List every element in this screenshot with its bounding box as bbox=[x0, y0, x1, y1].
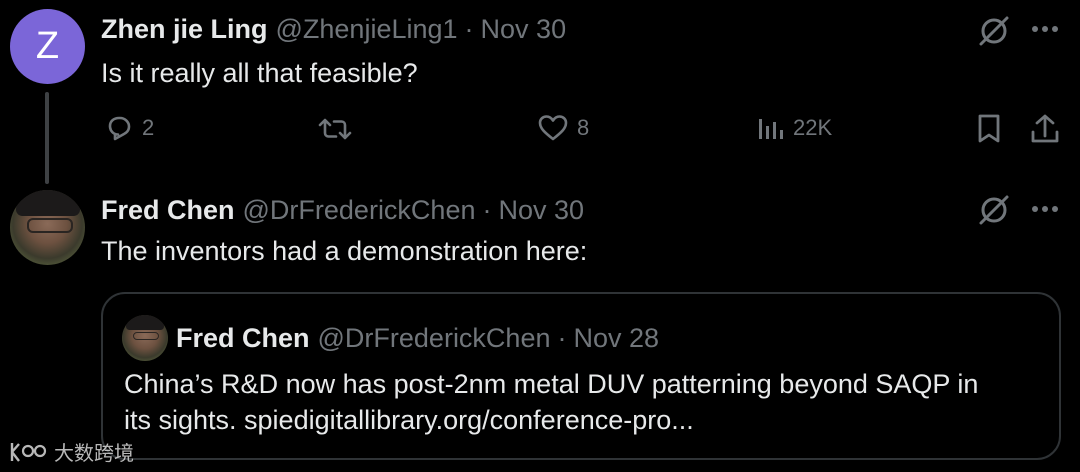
quoted-text-line: China’s R&D now has post-2nm metal DUV p… bbox=[124, 369, 979, 399]
like-button[interactable]: 8 bbox=[537, 113, 589, 143]
quoted-avatar[interactable] bbox=[122, 315, 168, 361]
avatar-letter: Z bbox=[35, 25, 60, 67]
quoted-tweet-text: China’s R&D now has post-2nm metal DUV p… bbox=[124, 366, 978, 438]
avatar-hair bbox=[126, 315, 164, 330]
reply-count: 2 bbox=[142, 115, 155, 140]
more-options-icon[interactable] bbox=[1030, 14, 1060, 49]
author-name[interactable]: Zhen jie Ling bbox=[101, 14, 268, 45]
heart-icon bbox=[538, 115, 568, 141]
quoted-text-line-link[interactable]: its sights. spiedigitallibrary.org/confe… bbox=[124, 402, 978, 438]
separator-dot: · bbox=[557, 323, 567, 353]
views-count: 22K bbox=[793, 115, 833, 140]
author-name[interactable]: Fred Chen bbox=[101, 195, 235, 226]
share-button[interactable] bbox=[1029, 112, 1061, 151]
tweet-header: Zhen jie Ling @ZhenjieLing1 · Nov 30 bbox=[101, 14, 566, 45]
watermark-logo-icon bbox=[10, 442, 47, 462]
retweet-icon bbox=[318, 118, 352, 140]
avatar[interactable]: Z bbox=[10, 9, 85, 84]
tweet-header: Fred Chen @DrFrederickChen · Nov 30 bbox=[101, 195, 584, 226]
bookmark-icon bbox=[978, 114, 1000, 143]
analytics-icon bbox=[759, 119, 783, 139]
tweet-date[interactable]: Nov 30 bbox=[481, 14, 567, 45]
retweet-button[interactable] bbox=[317, 114, 353, 144]
author-handle[interactable]: @ZhenjieLing1 bbox=[276, 14, 458, 45]
reply-icon bbox=[108, 116, 131, 141]
author-handle[interactable]: @DrFrederickChen bbox=[243, 195, 476, 226]
reply-button[interactable]: 2 bbox=[104, 113, 154, 143]
separator-dot: · bbox=[464, 14, 474, 44]
thread-connector-line bbox=[45, 92, 49, 184]
avatar-glasses bbox=[133, 332, 159, 340]
quoted-author-name: Fred Chen bbox=[176, 323, 310, 353]
share-icon bbox=[1031, 114, 1059, 143]
avatar-glasses bbox=[27, 218, 73, 233]
views-button[interactable]: 22K bbox=[757, 113, 832, 143]
like-count: 8 bbox=[577, 115, 590, 140]
separator-dot: · bbox=[482, 195, 492, 225]
quoted-tweet-header: Fred Chen @DrFrederickChen · Nov 28 bbox=[176, 323, 659, 354]
tweet-text: The inventors had a demonstration here: bbox=[101, 236, 588, 266]
watermark-text: 大数跨境 bbox=[54, 443, 134, 465]
tweet-date[interactable]: Nov 30 bbox=[498, 195, 584, 226]
bookmark-button[interactable] bbox=[975, 112, 1003, 151]
more-options-icon[interactable] bbox=[1030, 194, 1060, 229]
avatar-hair bbox=[16, 190, 80, 216]
grok-icon[interactable] bbox=[976, 192, 1012, 233]
grok-icon[interactable] bbox=[976, 13, 1012, 54]
avatar[interactable] bbox=[10, 190, 85, 265]
quoted-tweet-date: Nov 28 bbox=[573, 323, 660, 353]
quoted-author-handle: @DrFrederickChen bbox=[317, 323, 551, 353]
watermark: 大数跨境 bbox=[8, 437, 134, 466]
tweet-text: Is it really all that feasible? bbox=[101, 58, 418, 88]
